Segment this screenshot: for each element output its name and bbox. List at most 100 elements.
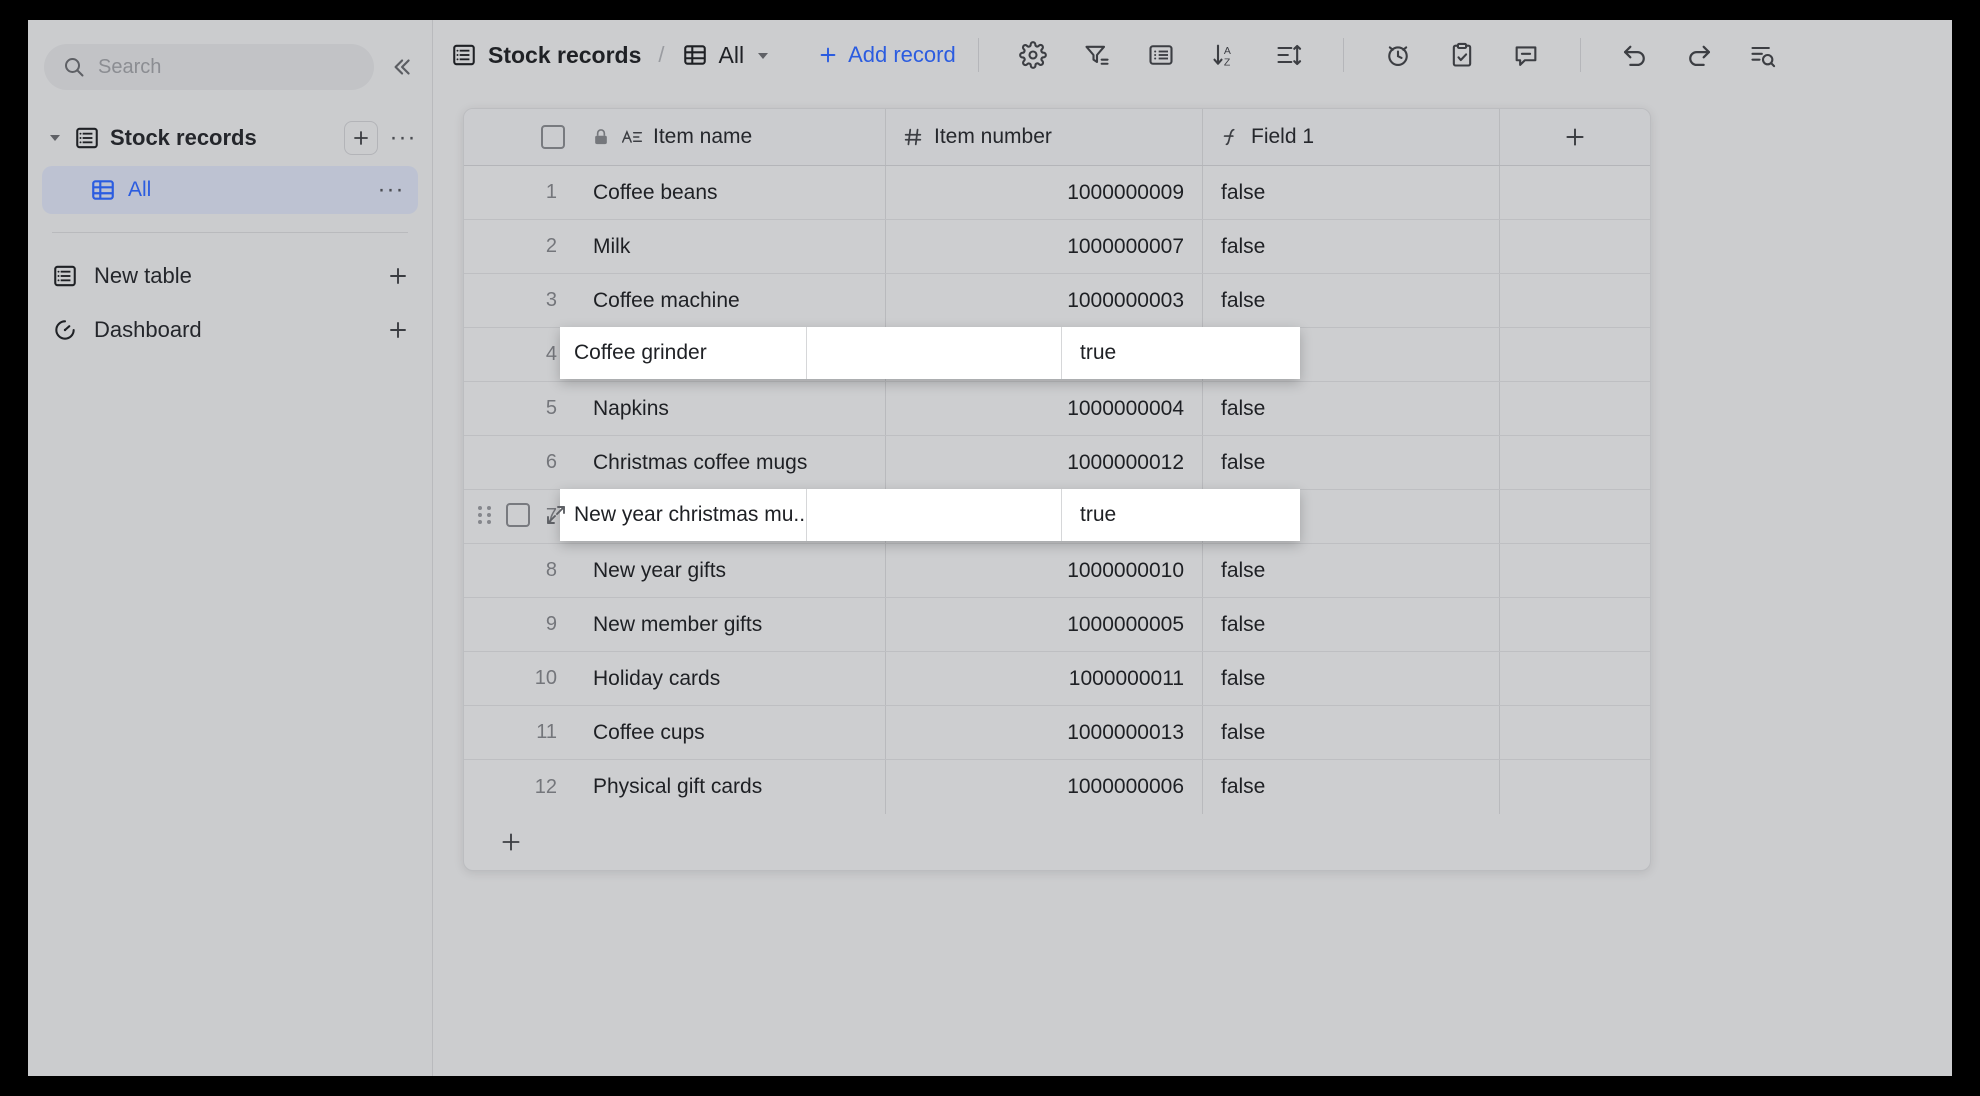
- add-row-button[interactable]: [464, 814, 1650, 870]
- sidebar-item-new-table[interactable]: New table: [28, 249, 432, 303]
- cell-item-name[interactable]: Coffee beans: [579, 166, 886, 219]
- collapse-sidebar-button[interactable]: [384, 50, 418, 84]
- cell-field-1[interactable]: false: [1203, 652, 1500, 705]
- view-more-button[interactable]: ···: [376, 175, 406, 205]
- cell-item-number[interactable]: 1000000012: [886, 436, 1203, 489]
- highlighted-row[interactable]: New year christmas mu... true: [560, 489, 1300, 541]
- cell-value: false: [1221, 288, 1266, 312]
- chevron-down-icon[interactable]: [755, 47, 771, 63]
- row-gutter[interactable]: 6: [464, 436, 579, 489]
- row-gutter[interactable]: 11: [464, 706, 579, 759]
- cell-item-name[interactable]: New year gifts: [579, 544, 886, 597]
- table-row[interactable]: 10 Holiday cards 1000000011 false: [464, 652, 1650, 706]
- add-record-button[interactable]: Add record: [817, 42, 956, 68]
- expand-record-icon[interactable]: [544, 503, 568, 527]
- chevron-down-icon[interactable]: [46, 130, 64, 146]
- breadcrumb-view-label: All: [718, 41, 745, 68]
- cell-field-1[interactable]: true: [1062, 327, 1300, 379]
- row-gutter[interactable]: 2: [464, 220, 579, 273]
- cell-item-number[interactable]: 1000000005: [886, 598, 1203, 651]
- row-gutter[interactable]: 1: [464, 166, 579, 219]
- table-more-button[interactable]: ···: [388, 123, 418, 153]
- table-row[interactable]: 5 Napkins 1000000004 false: [464, 382, 1650, 436]
- cell-field-1[interactable]: false: [1203, 544, 1500, 597]
- sidebar-item-view-all[interactable]: All ···: [42, 166, 418, 214]
- row-gutter[interactable]: 12: [464, 760, 579, 814]
- cell-item-name[interactable]: Coffee grinder: [560, 327, 807, 379]
- column-header-item-number[interactable]: Item number: [886, 109, 1203, 165]
- toolbar-divider: [1342, 38, 1344, 72]
- comment-icon[interactable]: [1505, 34, 1547, 76]
- cell-item-number[interactable]: 1000000011: [886, 652, 1203, 705]
- cell-field-1[interactable]: false: [1203, 706, 1500, 759]
- cell-item-number[interactable]: 1000000013: [886, 706, 1203, 759]
- cell-item-name[interactable]: Holiday cards: [579, 652, 886, 705]
- cell-item-name[interactable]: Napkins: [579, 382, 886, 435]
- table-row[interactable]: 8 New year gifts 1000000010 false: [464, 544, 1650, 598]
- tree-item-stock-records[interactable]: Stock records ···: [28, 116, 432, 160]
- cell-field-1[interactable]: true: [1062, 489, 1300, 541]
- cell-item-name[interactable]: Christmas coffee mugs: [579, 436, 886, 489]
- cell-item-number[interactable]: [807, 327, 1062, 379]
- field-settings-icon[interactable]: [1012, 34, 1054, 76]
- cell-item-number[interactable]: 1000000007: [886, 220, 1203, 273]
- cell-item-number[interactable]: 1000000003: [886, 274, 1203, 327]
- add-record-label: Add record: [848, 42, 956, 67]
- cell-field-1[interactable]: false: [1203, 436, 1500, 489]
- cell-field-1[interactable]: false: [1203, 598, 1500, 651]
- clipboard-check-icon[interactable]: [1441, 34, 1483, 76]
- sort-az-icon[interactable]: A Z: [1204, 34, 1246, 76]
- add-table-button[interactable]: [382, 260, 414, 292]
- cell-field-1[interactable]: false: [1203, 760, 1500, 814]
- add-field-button[interactable]: [1500, 109, 1650, 165]
- grid-view-icon: [90, 177, 116, 203]
- cell-item-name[interactable]: Coffee machine: [579, 274, 886, 327]
- table-row[interactable]: 6 Christmas coffee mugs 1000000012 false: [464, 436, 1650, 490]
- cell-field-1[interactable]: false: [1203, 166, 1500, 219]
- cell-item-number[interactable]: 1000000009: [886, 166, 1203, 219]
- search-input[interactable]: Search: [44, 44, 374, 90]
- row-gutter[interactable]: 5: [464, 382, 579, 435]
- table-row[interactable]: 2 Milk 1000000007 false: [464, 220, 1650, 274]
- add-view-button[interactable]: [344, 121, 378, 155]
- row-height-icon[interactable]: [1268, 34, 1310, 76]
- cell-field-1[interactable]: false: [1203, 220, 1500, 273]
- drag-handle-icon[interactable]: [478, 506, 492, 524]
- undo-icon[interactable]: [1614, 34, 1656, 76]
- table-row[interactable]: 11 Coffee cups 1000000013 false: [464, 706, 1650, 760]
- row-gutter[interactable]: 3: [464, 274, 579, 327]
- cell-item-number[interactable]: 1000000010: [886, 544, 1203, 597]
- cell-item-number[interactable]: 1000000004: [886, 382, 1203, 435]
- cell-item-number[interactable]: [807, 489, 1062, 541]
- row-checkbox[interactable]: [506, 503, 530, 527]
- filter-icon[interactable]: [1076, 34, 1118, 76]
- add-dashboard-button[interactable]: [382, 314, 414, 346]
- table-row[interactable]: 3 Coffee machine 1000000003 false: [464, 274, 1650, 328]
- cell-item-number[interactable]: 1000000006: [886, 760, 1203, 814]
- highlighted-row[interactable]: Coffee grinder true: [560, 327, 1300, 379]
- select-all-checkbox[interactable]: [541, 125, 565, 149]
- breadcrumb-view[interactable]: All: [682, 42, 772, 69]
- column-header-item-name[interactable]: Item name: [579, 109, 886, 165]
- alarm-clock-icon[interactable]: [1377, 34, 1419, 76]
- row-gutter[interactable]: 8: [464, 544, 579, 597]
- cell-item-name[interactable]: Coffee cups: [579, 706, 886, 759]
- sidebar-item-dashboard[interactable]: Dashboard: [28, 303, 432, 357]
- table-row[interactable]: 9 New member gifts 1000000005 false: [464, 598, 1650, 652]
- cell-item-name[interactable]: New member gifts: [579, 598, 886, 651]
- cell-item-name[interactable]: New year christmas mu...: [560, 489, 807, 541]
- redo-icon[interactable]: [1678, 34, 1720, 76]
- table-row[interactable]: 1 Coffee beans 1000000009 false: [464, 166, 1650, 220]
- cell-field-1[interactable]: false: [1203, 382, 1500, 435]
- row-gutter[interactable]: 9: [464, 598, 579, 651]
- cell-item-name[interactable]: Physical gift cards: [579, 760, 886, 814]
- row-gutter[interactable]: 10: [464, 652, 579, 705]
- cell-field-1[interactable]: false: [1203, 274, 1500, 327]
- search-records-icon[interactable]: [1742, 34, 1784, 76]
- column-header-field-1[interactable]: Field 1: [1203, 109, 1500, 165]
- cell-item-name[interactable]: Milk: [579, 220, 886, 273]
- cell-value: true: [1080, 341, 1117, 364]
- breadcrumb-table[interactable]: Stock records: [451, 42, 641, 69]
- group-icon[interactable]: [1140, 34, 1182, 76]
- table-row[interactable]: 12 Physical gift cards 1000000006 false: [464, 760, 1650, 814]
